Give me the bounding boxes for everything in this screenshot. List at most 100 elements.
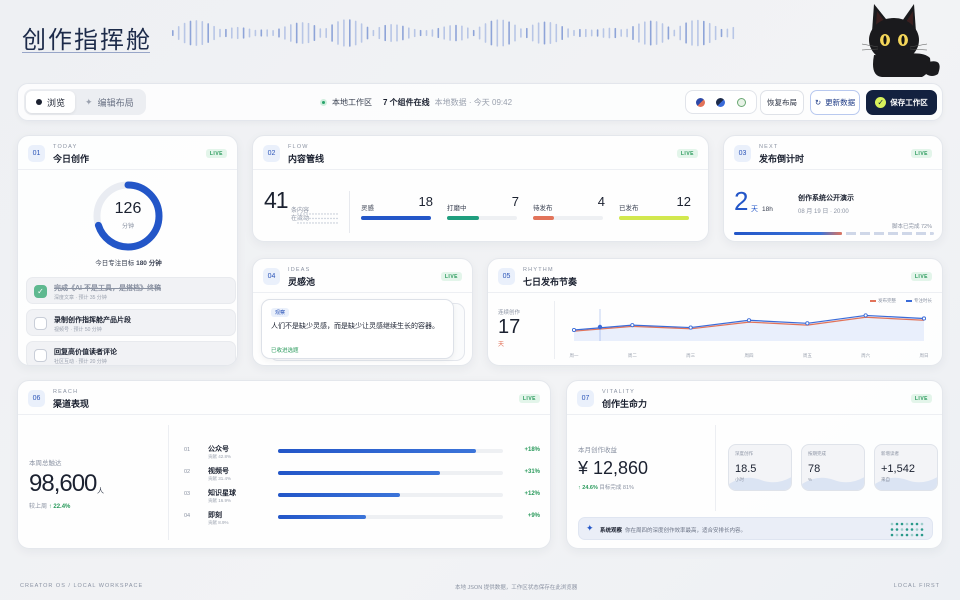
task-item[interactable]: 回复高价值读者评论 社区互动 · 预计 20 分钟	[26, 341, 236, 365]
wave-bar	[726, 28, 729, 38]
dot	[915, 522, 919, 526]
x-tick-label: 周五	[803, 353, 812, 359]
stage-value: 18	[418, 194, 433, 209]
data-point[interactable]	[746, 318, 752, 323]
change-prefix: 较上周	[29, 504, 48, 510]
card-number: 06	[28, 390, 45, 407]
wave-bar	[673, 29, 676, 37]
income-change: ↑ 24.6% 目标完成 81%	[578, 483, 634, 491]
countdown-days-unit: 天	[751, 206, 758, 213]
save-label: 保存工作区	[890, 98, 928, 107]
task-item[interactable]: ✓ 完成《AI 不是工具，是搭档》终稿 深度文章 · 预计 35 分钟	[26, 277, 236, 304]
metric-card[interactable]: 新增读者 +1,542 来自	[874, 444, 938, 491]
income-amount: ¥ 12,860	[578, 458, 649, 478]
card-number: 05	[498, 268, 515, 285]
wave-bar	[520, 28, 522, 38]
task-checkbox[interactable]: ✓	[34, 285, 47, 298]
metric-card[interactable]: 按期完成 78%	[801, 444, 865, 491]
card-eyebrow: FLOW	[288, 144, 309, 150]
stage-bar-fill	[533, 216, 554, 220]
wave-bar	[496, 19, 499, 47]
task-checkbox[interactable]	[34, 317, 47, 330]
reach-change: 较上周 ↑ 22.4%	[29, 501, 70, 510]
channel-name[interactable]: 知识星球	[208, 488, 236, 498]
wave-bar	[455, 24, 457, 42]
refresh-data-button[interactable]: ↻ 更新数据	[810, 90, 860, 115]
task-checkbox[interactable]	[34, 349, 47, 362]
wave-bar	[366, 26, 369, 40]
pipeline-total: 41	[264, 187, 289, 213]
metric-label: 深度创作	[735, 451, 753, 456]
dot	[890, 533, 894, 537]
vitality-card: 07 VITALITY 创作生命力 LIVE 本月创作收益 ¥ 12,860 ↑…	[566, 380, 943, 549]
legend-item: 专注时长	[906, 298, 932, 304]
stage-bar-track	[361, 216, 431, 220]
task-item[interactable]: 录制创作指挥舱产品片段 视频号 · 预计 50 分钟	[26, 309, 236, 336]
data-point[interactable]	[688, 325, 693, 330]
channel-name: 公众号	[208, 446, 229, 453]
refresh-icon: ↻	[814, 98, 822, 107]
dot	[895, 533, 899, 537]
theme-sunset-icon[interactable]	[695, 97, 705, 107]
tab-browse[interactable]: 浏览	[26, 91, 76, 113]
theme-ocean-icon[interactable]	[716, 97, 726, 107]
streak-label: 连续创作	[498, 310, 521, 316]
theme-leaf-icon[interactable]	[737, 97, 747, 107]
wave-bar	[549, 22, 552, 44]
channel-bar-track	[278, 515, 503, 519]
card-eyebrow: IDEAS	[288, 267, 311, 273]
restore-label: 恢复布局	[767, 98, 797, 107]
wave-bar	[537, 22, 540, 44]
dot	[895, 528, 899, 531]
wave-bar	[708, 22, 711, 44]
card-title: 创作生命力	[602, 399, 648, 409]
dot	[312, 213, 314, 215]
wave-bar	[638, 23, 640, 43]
data-point[interactable]	[805, 321, 810, 326]
divider	[554, 301, 555, 359]
live-badge: LIVE	[518, 394, 540, 403]
channel-name[interactable]: 公众号	[208, 444, 229, 454]
wave-bar	[236, 26, 239, 40]
metric-value: +1,542	[881, 463, 915, 475]
wave-bar	[596, 29, 599, 37]
wave-bar	[472, 29, 475, 37]
wave-bar	[691, 20, 693, 46]
channel-index: 03	[184, 491, 190, 497]
task-subtitle: 视频号 · 预计 50 分钟	[54, 327, 102, 333]
data-point[interactable]	[863, 313, 868, 318]
theme-switcher	[685, 90, 757, 114]
dot	[920, 533, 924, 537]
channel-index: 04	[184, 513, 190, 519]
channel-name[interactable]: 即刻	[208, 510, 222, 520]
restore-layout-button[interactable]: 恢复布局	[760, 90, 804, 115]
tab-edit-layout[interactable]: ✦ 编辑布局	[75, 91, 144, 113]
save-workspace-button[interactable]: ✓ 保存工作区	[866, 90, 937, 115]
dot	[309, 222, 311, 224]
dot	[321, 213, 323, 215]
wave-bar	[461, 25, 463, 41]
data-point[interactable]	[571, 327, 577, 333]
data-point[interactable]	[921, 316, 927, 321]
dot	[306, 213, 308, 215]
dot	[333, 222, 335, 224]
stage-bar-track	[533, 216, 603, 220]
local-data-time: 本地数据 · 今天 09:42	[434, 97, 513, 107]
channel-name[interactable]: 视频号	[208, 466, 229, 476]
stage-bar-fill	[361, 216, 431, 220]
wave-bar	[272, 29, 274, 37]
cursor-point[interactable]	[597, 324, 603, 330]
wave-bar	[378, 26, 381, 40]
dot	[333, 213, 335, 215]
dot	[303, 213, 305, 215]
title-underline	[22, 52, 150, 53]
data-point[interactable]	[630, 323, 635, 328]
dot-matrix-decoration	[890, 522, 924, 537]
x-tick-label: 周三	[686, 353, 695, 359]
idea-card[interactable]: 观察 人们不是缺少灵感，而是缺少让灵感继续生长的容器。 已收进选题	[261, 299, 454, 359]
wave-bar	[626, 28, 628, 38]
insight-text: 你在周四的深度创作效率最高，适合安排长内容。	[625, 528, 747, 534]
channel-index: 01	[184, 447, 190, 453]
reach-label: 本周总触达	[29, 460, 62, 467]
metric-card[interactable]: 深度创作 18.5 小时	[728, 444, 792, 491]
